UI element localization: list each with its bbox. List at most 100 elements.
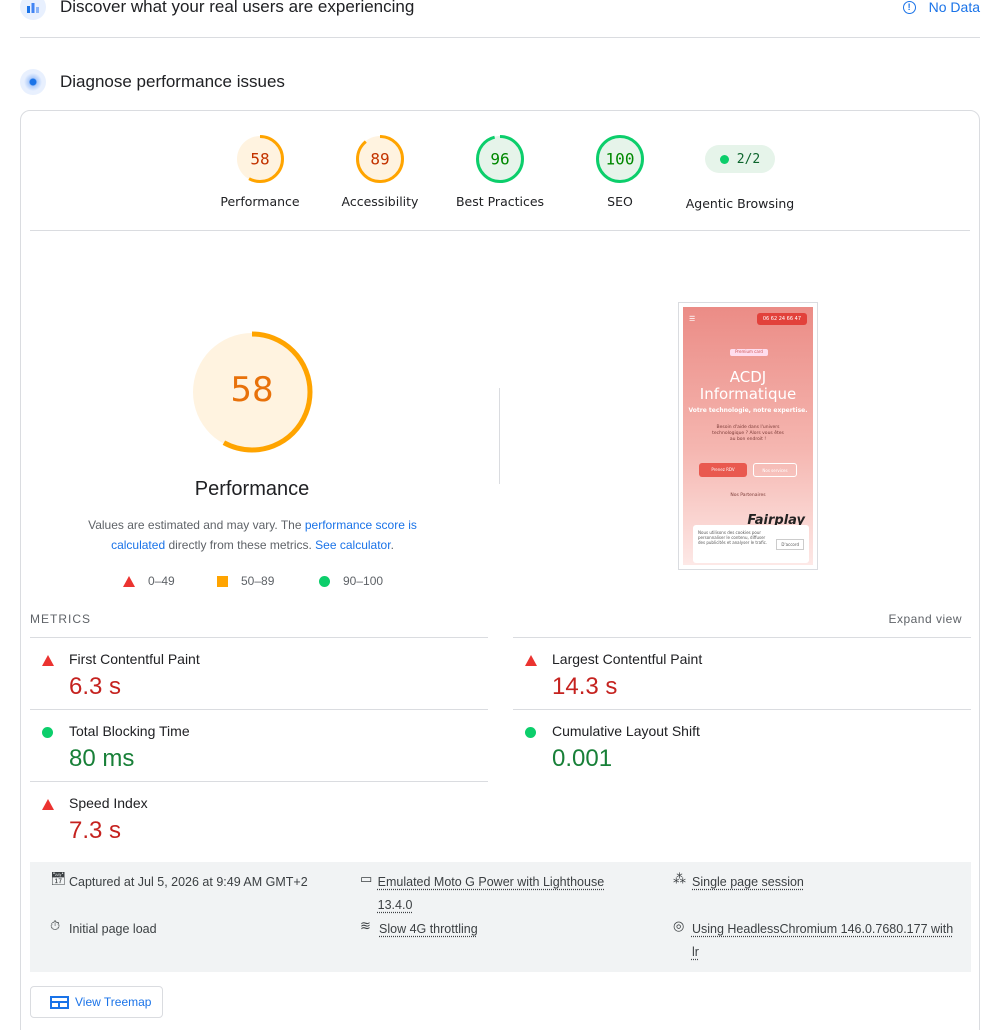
screenshot-content: ☰ 06 62 24 66 47 Premium card ACDJ Inform… — [683, 307, 813, 565]
pass-circle-icon — [525, 727, 536, 738]
metric-cls: Cumulative Layout Shift 0.001 — [513, 709, 971, 781]
session-info[interactable]: ⁂ Single page session — [673, 871, 963, 894]
gauge-label-accessibility: Accessibility — [341, 194, 419, 209]
metric-lcp: Largest Contentful Paint 14.3 s — [513, 637, 971, 709]
vertical-divider — [499, 388, 500, 484]
screenshot-phone: 06 62 24 66 47 — [756, 313, 807, 325]
gauge-performance[interactable]: 58 Performance — [200, 134, 320, 209]
gauge-label-seo: SEO — [607, 194, 633, 209]
view-treemap-label: View Treemap — [75, 995, 152, 1009]
final-screenshot[interactable]: ☰ 06 62 24 66 47 Premium card ACDJ Inform… — [678, 302, 818, 570]
no-data-status[interactable]: ! No Data — [902, 0, 980, 15]
pass-dot-icon — [719, 154, 729, 164]
desc-text-2: directly from these metrics. — [165, 538, 316, 552]
circle-icon — [319, 575, 330, 587]
gauge-label-best-practices: Best Practices — [455, 194, 545, 209]
browser-text: Using HeadlessChromium 146.0.7680.177 wi… — [691, 922, 954, 959]
diagnose-title: Diagnose performance issues — [60, 72, 285, 91]
load-text: Initial page load — [69, 922, 157, 936]
lighthouse-icon — [20, 69, 46, 95]
gauge-score-accessibility: 89 — [370, 150, 389, 169]
fail-triangle-icon — [42, 799, 54, 810]
runtime-settings: 📅︎ Captured at Jul 5, 2026 at 9:49 AM GM… — [30, 862, 971, 972]
calendar-icon: 📅︎ — [50, 871, 67, 886]
legend-pass: 90–100 — [319, 574, 383, 588]
metric-value: 80 ms — [69, 745, 135, 772]
treemap-icon — [50, 995, 69, 1009]
gauge-score-performance: 58 — [250, 150, 269, 169]
performance-big-gauge: 58 — [190, 330, 314, 459]
cookie-text: Nous utilisons des cookies pour personna… — [698, 530, 768, 545]
users-chart-icon — [20, 0, 46, 20]
metric-name: Cumulative Layout Shift — [552, 723, 700, 739]
desc-text-3: . — [390, 538, 394, 552]
throttling-info[interactable]: ≋ Slow 4G throttling — [360, 918, 620, 941]
desc-text-1: Values are estimated and may vary. The — [88, 518, 305, 532]
fail-triangle-icon — [525, 655, 537, 666]
metric-name: Largest Contentful Paint — [552, 651, 703, 667]
screenshot-partners: Nos Partenaires — [730, 493, 766, 498]
gauges-divider — [30, 230, 970, 231]
throttling-text: Slow 4G throttling — [379, 922, 478, 936]
pass-circle-icon — [42, 727, 53, 738]
screenshot-chip: Premium card — [730, 349, 768, 356]
screenshot-tagline: Votre technologie, notre expertise. — [688, 407, 808, 414]
field-data-title: Discover what your real users are experi… — [60, 0, 415, 16]
square-icon — [217, 575, 228, 587]
screenshot-button-1: Prenez RDV — [699, 463, 747, 477]
metric-value: 7.3 s — [69, 817, 122, 844]
metric-tbt: Total Blocking Time 80 ms — [30, 709, 488, 781]
gauge-accessibility[interactable]: 89 Accessibility — [320, 134, 440, 209]
metric-si: Speed Index 7.3 s — [30, 781, 488, 853]
gauge-seo[interactable]: 100 SEO — [560, 134, 680, 209]
performance-title: Performance — [194, 478, 310, 500]
metrics-title: METRICS — [30, 612, 91, 626]
metric-value: 6.3 s — [69, 673, 122, 700]
big-gauge-score: 58 — [230, 370, 273, 410]
see-calculator-link[interactable]: See calculator — [315, 538, 390, 552]
metric-name: Total Blocking Time — [69, 723, 190, 739]
diagnose-header: Diagnose performance issues — [20, 68, 980, 96]
expand-view-toggle[interactable]: Expand view — [888, 612, 962, 626]
legend-average: 50–89 — [217, 574, 274, 588]
wifi-icon: ≋ — [360, 918, 371, 933]
performance-description: Values are estimated and may vary. The p… — [60, 515, 445, 555]
chrome-icon: ◎ — [673, 918, 685, 933]
section-divider — [20, 37, 980, 38]
category-gauges: 58 Performance 89 Accessibility 96 Best … — [200, 134, 800, 214]
device-text: Emulated Moto G Power with Lighthouse 13… — [377, 875, 605, 912]
metric-fcp: First Contentful Paint 6.3 s — [30, 637, 488, 709]
gauge-score-seo: 100 — [606, 150, 635, 169]
agentic-value: 2/2 — [736, 151, 761, 167]
metrics-header: METRICS Expand view — [30, 612, 962, 626]
metric-value: 0.001 — [552, 745, 613, 772]
info-icon: ! — [902, 0, 916, 14]
agentic-pill: 2/2 — [705, 145, 775, 173]
devices-icon: ▭ — [360, 871, 373, 886]
field-data-header: Discover what your real users are experi… — [20, 0, 980, 22]
browser-info[interactable]: ◎ Using HeadlessChromium 146.0.7680.177 … — [673, 918, 963, 964]
fail-triangle-icon — [42, 655, 54, 666]
menu-icon: ☰ — [689, 315, 696, 323]
session-text: Single page session — [692, 875, 804, 889]
gauge-agentic-browsing[interactable]: 2/2 Agentic Browsing — [680, 134, 800, 211]
gauge-label-agentic: Agentic Browsing — [685, 196, 795, 211]
view-treemap-button[interactable]: View Treemap — [30, 986, 163, 1018]
no-data-label: No Data — [928, 0, 980, 15]
gauge-ring-seo: 100 — [596, 135, 644, 183]
gauge-score-best-practices: 96 — [490, 150, 509, 169]
captured-at: 📅︎ Captured at Jul 5, 2026 at 9:49 AM GM… — [50, 871, 350, 894]
screenshot-heading-1: ACDJ — [729, 368, 767, 386]
metric-name: First Contentful Paint — [69, 651, 200, 667]
gauge-ring-accessibility: 89 — [356, 135, 404, 183]
legend-pass-label: 90–100 — [343, 574, 384, 588]
session-icon: ⁂ — [673, 871, 686, 886]
screenshot-heading-2: Informatique — [699, 385, 797, 403]
legend-fail-label: 0–49 — [148, 574, 175, 588]
gauge-best-practices[interactable]: 96 Best Practices — [440, 134, 560, 209]
legend-fail: 0–49 — [123, 574, 175, 588]
screenshot-button-2: Nos services — [753, 463, 797, 477]
metric-name: Speed Index — [69, 795, 148, 811]
device-info[interactable]: ▭ Emulated Moto G Power with Lighthouse … — [360, 871, 620, 917]
metric-value: 14.3 s — [552, 673, 618, 700]
